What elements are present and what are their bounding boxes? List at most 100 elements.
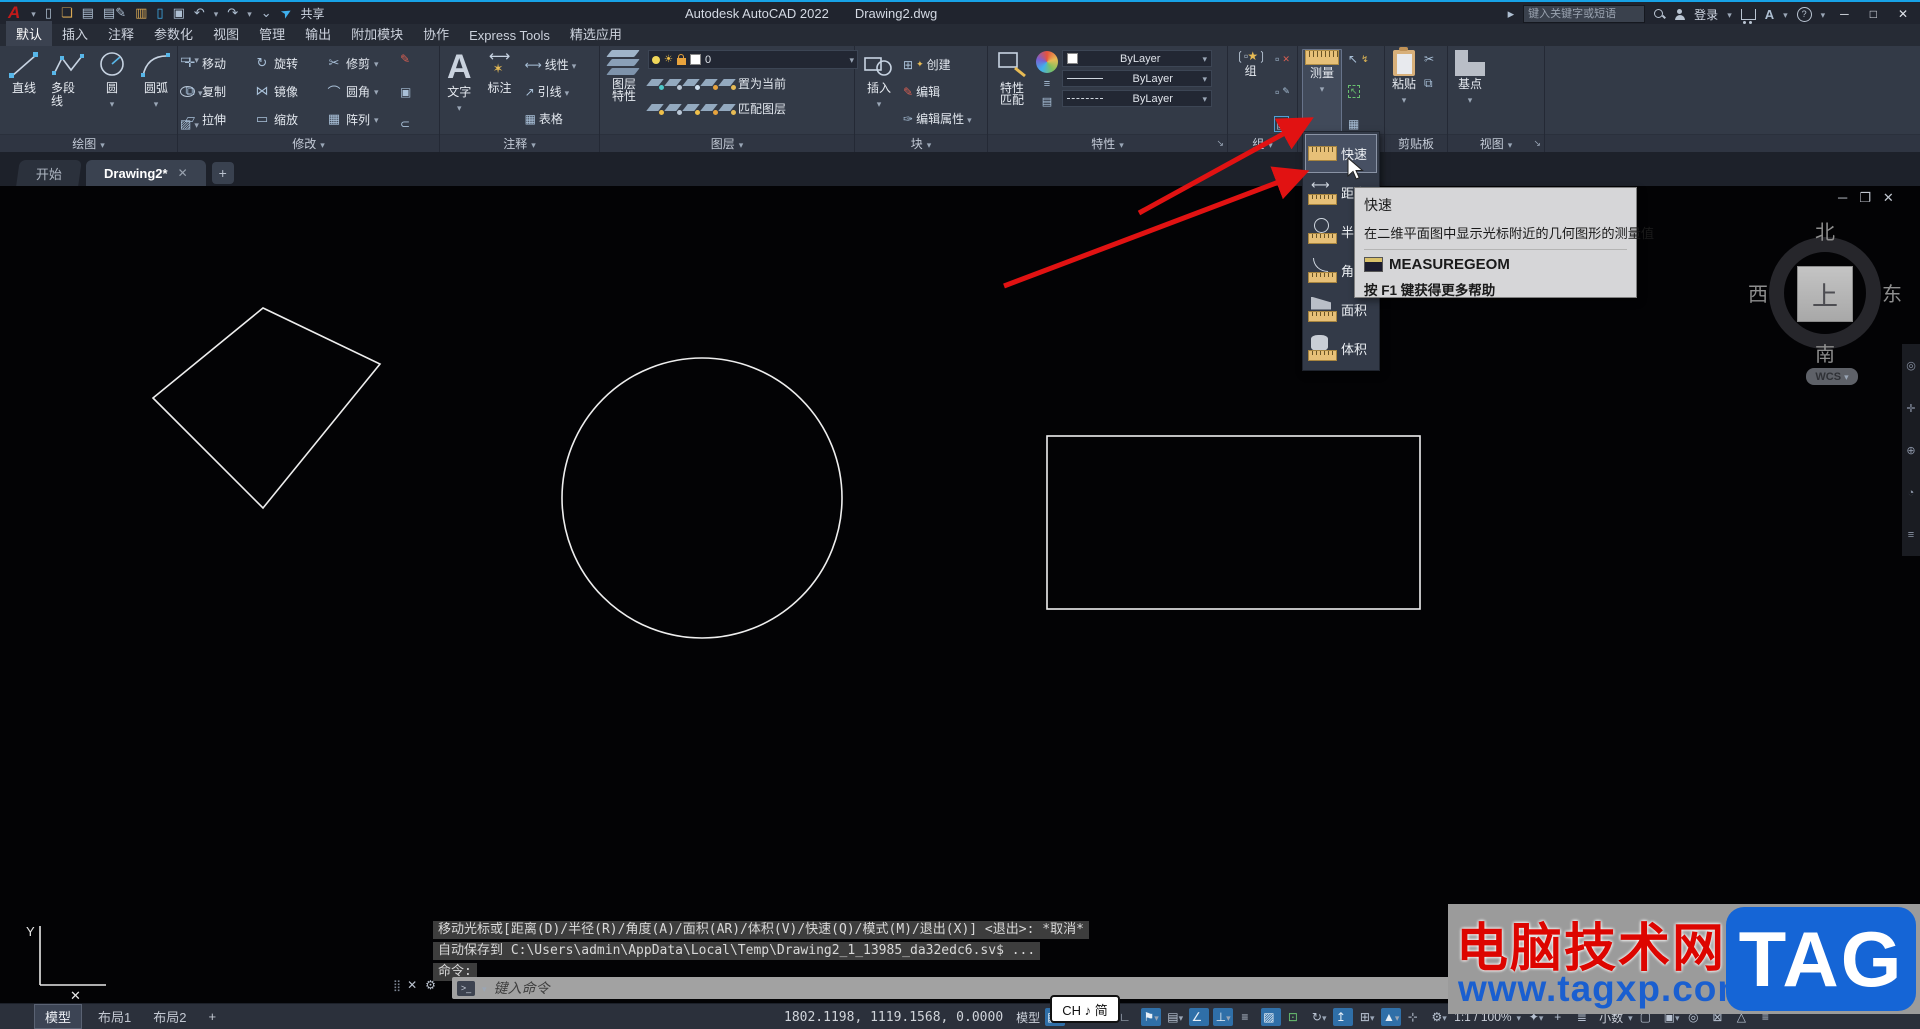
share-label[interactable]: 共享 bbox=[301, 5, 325, 22]
erase-tool-button[interactable]: ✎ bbox=[400, 51, 411, 67]
linetype-combo[interactable]: ByLayer bbox=[1062, 90, 1212, 107]
insert-block-button[interactable]: 插入 bbox=[859, 49, 899, 134]
maximize-button[interactable]: □ bbox=[1864, 7, 1883, 21]
dimension-tool-button[interactable]: ⟷ 标注 bbox=[479, 49, 521, 134]
open-file-icon[interactable]: ❏ bbox=[61, 5, 73, 21]
edit-block-button[interactable]: ✎ 编辑 bbox=[903, 84, 972, 100]
autodesk-app-caret[interactable] bbox=[1783, 7, 1788, 21]
pan-icon[interactable]: ✛ bbox=[1906, 402, 1915, 415]
layer-properties-button[interactable]: 图层 特性 bbox=[604, 49, 644, 134]
polar-tracking-icon[interactable]: ⚑ bbox=[1141, 1008, 1162, 1026]
navigation-bar[interactable]: ◎ ✛ ⊕ ◔ ≡ bbox=[1902, 344, 1920, 556]
mirror-tool[interactable]: ⋈ 镜像 bbox=[254, 83, 326, 100]
ribbon-tab[interactable]: 输出 bbox=[295, 21, 341, 46]
trim-tool[interactable]: ✂ 修剪 bbox=[326, 55, 398, 72]
panel-label-annotation[interactable]: 注释 bbox=[440, 134, 599, 152]
isometric-draft-icon[interactable]: ▤ bbox=[1165, 1008, 1185, 1026]
viewcube-south-label[interactable]: 南 bbox=[1815, 338, 1835, 367]
linear-dimension-button[interactable]: ⟷ 线性 bbox=[525, 57, 577, 73]
layer-match-icon[interactable] bbox=[720, 103, 736, 115]
sign-in-caret[interactable] bbox=[1727, 7, 1732, 21]
explode-tool-button[interactable]: ▣ bbox=[400, 84, 411, 100]
layer-off-icon[interactable] bbox=[648, 103, 664, 115]
panel-label-view[interactable]: 视图↘ bbox=[1448, 134, 1544, 152]
ribbon-tab[interactable]: 附加模块 bbox=[341, 21, 413, 46]
close-button[interactable]: ✕ bbox=[1892, 7, 1914, 21]
autodesk-app-icon[interactable]: A bbox=[1765, 7, 1774, 22]
copy-clip-button[interactable]: ⧉ bbox=[1424, 75, 1434, 91]
lineweight-combo[interactable]: ByLayer bbox=[1062, 70, 1212, 87]
circle-caret[interactable] bbox=[110, 97, 115, 111]
layer-walk-icon[interactable] bbox=[666, 103, 682, 115]
account-icon[interactable] bbox=[1674, 8, 1685, 20]
group-edit-button[interactable]: ▫ ✎ bbox=[1275, 84, 1290, 100]
viewcube-north-label[interactable]: 北 bbox=[1815, 216, 1835, 245]
stretch-tool[interactable]: ▱ 拉伸 bbox=[182, 111, 254, 128]
showmot-icon[interactable]: ≡ bbox=[1908, 529, 1914, 541]
leader-button[interactable]: ↗ 引线 bbox=[525, 84, 577, 100]
new-drawing-tab-button[interactable]: + bbox=[211, 162, 234, 184]
group-selection-toggle[interactable]: ▣ bbox=[1274, 116, 1290, 132]
redo-caret[interactable] bbox=[247, 6, 252, 20]
command-prompt-icon[interactable]: >_ bbox=[457, 980, 475, 996]
layer-select-combo[interactable]: ☀ 0 bbox=[648, 50, 858, 69]
command-prompt-caret[interactable] bbox=[482, 979, 487, 997]
object-snap-icon[interactable]: ⊥ bbox=[1213, 1008, 1234, 1026]
layer-current-icon[interactable] bbox=[720, 78, 736, 90]
layer-freeze-icon[interactable] bbox=[684, 78, 700, 90]
panel-label-layers[interactable]: 图层 bbox=[600, 134, 854, 152]
layout2-tab[interactable]: 布局2 bbox=[147, 1005, 192, 1028]
panel-label-properties[interactable]: 特性↘ bbox=[988, 134, 1227, 152]
match-properties-button[interactable]: 特性 匹配 bbox=[992, 49, 1032, 134]
transparency-icon[interactable]: ▨ bbox=[1261, 1008, 1282, 1026]
add-layout-button[interactable]: + bbox=[202, 1007, 222, 1026]
ime-indicator[interactable]: CH ♪ 简 bbox=[1050, 995, 1120, 1023]
viewcube-east-label[interactable]: 东 bbox=[1882, 278, 1902, 307]
mobile-app-icon[interactable]: ▯ bbox=[156, 5, 163, 21]
search-expand-icon[interactable]: ▸ bbox=[1508, 6, 1515, 22]
layout1-tab[interactable]: 布局1 bbox=[92, 1005, 137, 1028]
model-tab[interactable]: 模型 bbox=[34, 1004, 83, 1029]
ribbon-tab[interactable]: 注释 bbox=[98, 21, 144, 46]
layer-unisolate-icon[interactable] bbox=[666, 78, 682, 90]
panel-label-clipboard[interactable]: 剪贴板 bbox=[1385, 134, 1447, 152]
help-caret[interactable] bbox=[1821, 7, 1826, 21]
array-tool[interactable]: ▦ 阵列 bbox=[326, 111, 398, 128]
doc-minimize-icon[interactable]: ─ bbox=[1838, 190, 1847, 206]
group-button[interactable]: ❲▫★❳ 组 bbox=[1232, 49, 1269, 134]
layer-isolate-icon[interactable] bbox=[648, 78, 664, 90]
base-point-button[interactable]: 基点 bbox=[1452, 49, 1488, 134]
undo-caret[interactable] bbox=[214, 6, 219, 20]
view-launcher-icon[interactable]: ↘ bbox=[1533, 138, 1541, 149]
redo-icon[interactable]: ↷ bbox=[227, 5, 238, 21]
minimize-button[interactable]: ─ bbox=[1834, 7, 1855, 21]
circle-tool-button[interactable]: 圆 bbox=[92, 49, 132, 134]
match-layer-button[interactable]: 匹配图层 bbox=[738, 100, 786, 117]
new-file-icon[interactable]: ▯ bbox=[45, 5, 52, 21]
properties-launcher-icon[interactable]: ↘ bbox=[1216, 138, 1224, 149]
quick-select-button[interactable]: ↖ ↯ bbox=[1348, 51, 1369, 67]
select-similar-button[interactable]: ↖ bbox=[1348, 84, 1369, 100]
viewcube-west-label[interactable]: 西 bbox=[1748, 278, 1768, 307]
ribbon-tab[interactable]: 默认 bbox=[6, 21, 53, 46]
ribbon-tab[interactable]: 精选应用 bbox=[560, 21, 632, 46]
dock-customize-icon[interactable]: ⚙ bbox=[425, 978, 436, 992]
drawing-canvas[interactable]: ─ ❐ ✕ 上 北 西 东 南 WCS ◎ ✛ ⊕ ◔ ≡ Y ✕ bbox=[0, 186, 1920, 1003]
search-icon[interactable] bbox=[1654, 8, 1665, 20]
save-as-icon[interactable]: ▤✎ bbox=[103, 5, 126, 21]
edit-attributes-button[interactable]: ✑ 编辑属性 bbox=[903, 111, 972, 127]
wcs-dropdown[interactable]: WCS bbox=[1806, 368, 1858, 385]
object-color-combo[interactable]: ByLayer bbox=[1062, 50, 1212, 67]
search-input[interactable] bbox=[1523, 5, 1646, 23]
move-tool[interactable]: ✛ 移动 bbox=[182, 55, 254, 72]
lineweight-display-icon[interactable]: ≡ bbox=[1237, 1008, 1257, 1026]
file-tab-close-icon[interactable]: ✕ bbox=[178, 166, 188, 180]
dynamic-ucs-icon[interactable]: ↻ bbox=[1309, 1008, 1329, 1026]
ribbon-tab[interactable]: 参数化 bbox=[144, 21, 203, 46]
print-icon[interactable]: ▣ bbox=[173, 5, 185, 21]
command-input-placeholder[interactable]: 键入命令 bbox=[494, 978, 550, 998]
measure-volume[interactable]: 体积 bbox=[1305, 329, 1377, 368]
layer-unlock-icon[interactable] bbox=[702, 103, 718, 115]
measure-button[interactable]: 测量 bbox=[1302, 49, 1342, 134]
steering-wheel-icon[interactable]: ◎ bbox=[1906, 359, 1916, 372]
